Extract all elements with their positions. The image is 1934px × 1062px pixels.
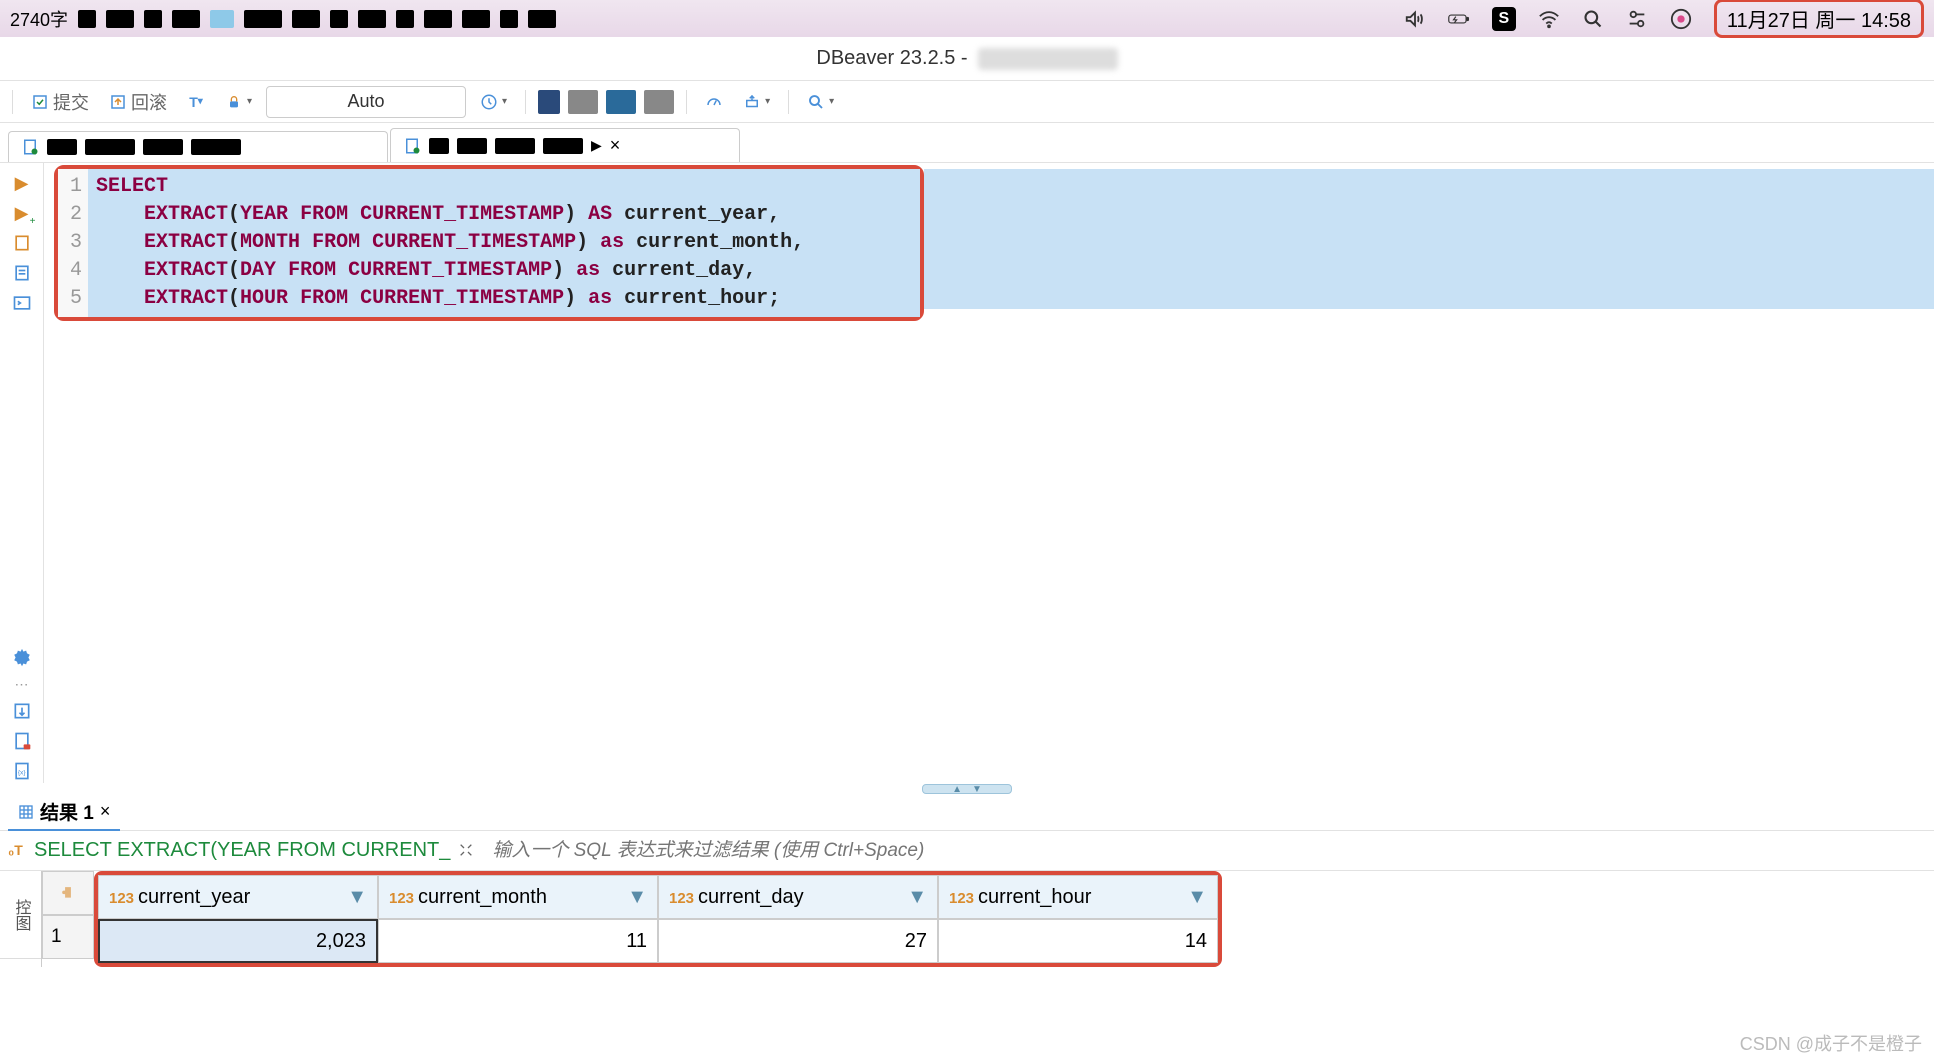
sogou-icon[interactable]: S bbox=[1492, 7, 1516, 31]
result-tab-1[interactable]: 结果 1 × bbox=[8, 794, 120, 831]
grid-side-label[interactable]: 控图 bbox=[0, 871, 41, 959]
menubar-item[interactable] bbox=[330, 10, 348, 28]
battery-icon[interactable] bbox=[1448, 8, 1470, 30]
gear-icon[interactable] bbox=[10, 646, 34, 670]
search-button[interactable]: ▾ bbox=[801, 89, 840, 115]
sort-icon[interactable]: ▼ bbox=[347, 886, 367, 909]
line-numbers: 1 2 3 4 5 bbox=[58, 169, 88, 317]
volume-icon[interactable] bbox=[1404, 8, 1426, 30]
grid-icon bbox=[18, 804, 34, 820]
column-header-current-year[interactable]: 123current_year ▼ bbox=[98, 875, 378, 919]
title-extra bbox=[978, 48, 1118, 70]
rollback-icon bbox=[109, 93, 127, 111]
results-grid: 123current_year ▼ 123current_month ▼ 123… bbox=[98, 875, 1218, 963]
sort-icon[interactable]: ▼ bbox=[907, 886, 927, 909]
toolbar-item[interactable] bbox=[568, 90, 598, 114]
menubar-item[interactable] bbox=[528, 10, 556, 28]
table-row[interactable]: 2,023 11 27 14 bbox=[98, 919, 1218, 963]
warning-file-icon[interactable] bbox=[10, 729, 34, 753]
text-icon: T▾ bbox=[187, 93, 205, 111]
explain-icon[interactable] bbox=[10, 261, 34, 285]
close-result-tab[interactable]: × bbox=[100, 801, 111, 822]
terminal-icon[interactable] bbox=[10, 291, 34, 315]
tx-mode-button[interactable]: T▾ bbox=[181, 89, 211, 115]
modified-indicator: ▶ bbox=[591, 137, 602, 154]
sql-code[interactable]: SELECT EXTRACT(YEAR FROM CURRENT_TIMESTA… bbox=[88, 169, 920, 317]
commit-button[interactable]: 提交 bbox=[25, 85, 95, 119]
search-icon[interactable] bbox=[1582, 8, 1604, 30]
expand-icon[interactable] bbox=[458, 842, 476, 860]
run-plus-icon[interactable]: ▶+ bbox=[10, 201, 34, 225]
editor-left-gutter: ▶ ▶+ ⋯ {x} bbox=[0, 163, 44, 783]
lock-icon bbox=[225, 93, 243, 111]
cell-current-month[interactable]: 11 bbox=[378, 919, 658, 963]
editor-tabs: ▶ × bbox=[0, 123, 1934, 163]
toolbar-item[interactable] bbox=[606, 90, 636, 114]
editor-tab-2[interactable]: ▶ × bbox=[390, 128, 740, 162]
export-button[interactable]: ▾ bbox=[737, 89, 776, 115]
menubar-item[interactable] bbox=[106, 10, 134, 28]
run-icon[interactable]: ▶ bbox=[10, 171, 34, 195]
sort-icon[interactable]: ▼ bbox=[627, 886, 647, 909]
menubar-item[interactable] bbox=[396, 10, 414, 28]
results-grid-wrap: 控图 123current_year ▼ 123current_month ▼ bbox=[0, 871, 1934, 967]
menubar-item[interactable] bbox=[424, 10, 452, 28]
window-titlebar: DBeaver 23.2.5 - bbox=[0, 37, 1934, 81]
toolbar-item[interactable] bbox=[538, 90, 560, 114]
sort-icon[interactable]: ▼ bbox=[1187, 886, 1207, 909]
editor-tab-1[interactable] bbox=[8, 131, 388, 162]
cell-current-hour[interactable]: 14 bbox=[938, 919, 1218, 963]
xml-file-icon[interactable]: {x} bbox=[10, 759, 34, 783]
row-number[interactable]: 1 bbox=[42, 915, 94, 959]
menubar-item[interactable] bbox=[292, 10, 320, 28]
sql-snippet: SELECT EXTRACT(YEAR FROM CURRENT_ bbox=[34, 839, 450, 862]
search-icon bbox=[807, 93, 825, 111]
lock-button[interactable]: ▾ bbox=[219, 89, 258, 115]
watermark: CSDN @成子不是橙子 bbox=[1740, 1030, 1922, 1056]
cell-current-year[interactable]: 2,023 bbox=[98, 919, 378, 963]
siri-icon[interactable] bbox=[1670, 8, 1692, 30]
main-toolbar: 提交 回滚 T▾ ▾ Auto ▾ ▾ bbox=[0, 81, 1934, 123]
column-header-current-day[interactable]: 123current_day ▼ bbox=[658, 875, 938, 919]
sql-editor[interactable]: 1 2 3 4 5 SELECT EXTRACT(YEAR FROM CURRE… bbox=[44, 163, 1934, 783]
save-icon[interactable] bbox=[10, 699, 34, 723]
commit-icon bbox=[31, 93, 49, 111]
menubar-item[interactable] bbox=[462, 10, 490, 28]
gauge-icon bbox=[705, 93, 723, 111]
menubar-item[interactable] bbox=[358, 10, 386, 28]
results-tabs: 结果 1 × bbox=[0, 795, 1934, 831]
history-button[interactable]: ▾ bbox=[474, 89, 513, 115]
filter-input[interactable] bbox=[484, 836, 1926, 866]
menubar-item[interactable] bbox=[78, 10, 96, 28]
svg-text:{x}: {x} bbox=[17, 769, 26, 776]
column-header-current-hour[interactable]: 123current_hour ▼ bbox=[938, 875, 1218, 919]
history-icon bbox=[480, 93, 498, 111]
results-filter-bar: ₀T SELECT EXTRACT(YEAR FROM CURRENT_ bbox=[0, 831, 1934, 871]
toolbar-item[interactable] bbox=[644, 90, 674, 114]
sql-file-icon bbox=[403, 137, 421, 155]
menubar-item[interactable] bbox=[500, 10, 518, 28]
export-icon bbox=[743, 93, 761, 111]
mac-menubar: 2740字 S 11月27日 bbox=[0, 0, 1934, 37]
sql-icon[interactable]: ₀T bbox=[8, 842, 26, 860]
rollback-button[interactable]: 回滚 bbox=[103, 85, 173, 119]
word-count: 2740字 bbox=[10, 6, 68, 32]
menubar-item[interactable] bbox=[244, 10, 282, 28]
column-header-current-month[interactable]: 123current_month ▼ bbox=[378, 875, 658, 919]
corner-cell bbox=[42, 871, 94, 915]
menubar-item[interactable] bbox=[172, 10, 200, 28]
script-icon[interactable] bbox=[10, 231, 34, 255]
sql-file-icon bbox=[21, 138, 39, 156]
menubar-item[interactable] bbox=[144, 10, 162, 28]
splitter[interactable]: ▲▼ bbox=[0, 783, 1934, 795]
gauge-button[interactable] bbox=[699, 89, 729, 115]
close-tab-button[interactable]: × bbox=[610, 135, 621, 156]
cell-current-day[interactable]: 27 bbox=[658, 919, 938, 963]
wifi-icon[interactable] bbox=[1538, 8, 1560, 30]
menubar-item[interactable] bbox=[210, 10, 234, 28]
window-title: DBeaver 23.2.5 - bbox=[816, 47, 967, 70]
date-time[interactable]: 11月27日 周一 14:58 bbox=[1714, 0, 1924, 38]
control-center-icon[interactable] bbox=[1626, 8, 1648, 30]
auto-commit-select[interactable]: Auto bbox=[266, 86, 466, 118]
